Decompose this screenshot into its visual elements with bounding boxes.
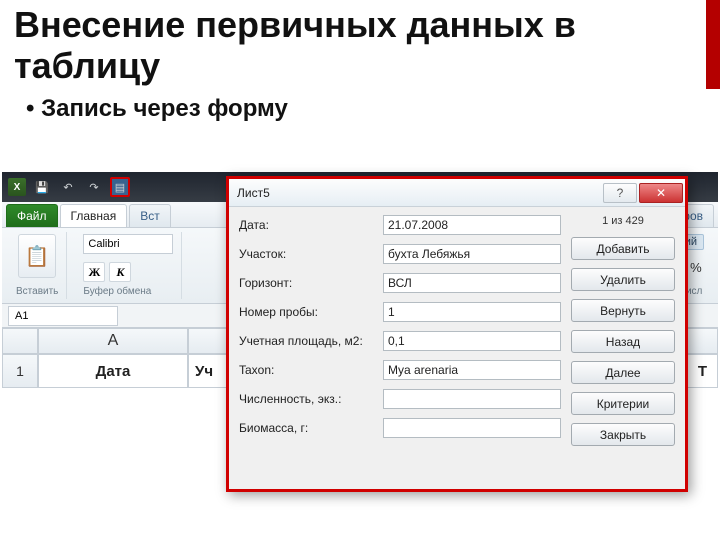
name-box[interactable]: A1 xyxy=(8,306,118,326)
input-count[interactable] xyxy=(383,389,561,409)
undo-icon[interactable]: ↶ xyxy=(58,177,78,197)
add-button[interactable]: Добавить xyxy=(571,237,675,260)
delete-button[interactable]: Удалить xyxy=(571,268,675,291)
font-select[interactable]: Calibri xyxy=(83,234,173,254)
italic-button[interactable]: К xyxy=(109,262,131,282)
tab-insert[interactable]: Вст xyxy=(129,204,171,227)
paste-label: Вставить xyxy=(16,286,58,297)
input-area[interactable]: 0,1 xyxy=(383,331,561,351)
close-icon[interactable]: ✕ xyxy=(639,183,683,203)
slide-title: Внесение первичных данных в таблицу xyxy=(0,0,720,89)
help-icon[interactable]: ? xyxy=(603,183,637,203)
percent-label: % xyxy=(690,260,702,275)
input-biomass[interactable] xyxy=(383,418,561,438)
label-horizon: Горизонт: xyxy=(239,276,383,290)
bold-button[interactable]: Ж xyxy=(83,262,105,282)
label-area: Учетная площадь, м2: xyxy=(239,334,383,348)
restore-button[interactable]: Вернуть xyxy=(571,299,675,322)
form-button-icon[interactable]: ▤ xyxy=(110,177,130,197)
next-button[interactable]: Далее xyxy=(571,361,675,384)
input-site[interactable]: бухта Лебяжья xyxy=(383,244,561,264)
tab-home[interactable]: Главная xyxy=(60,204,128,227)
criteria-button[interactable]: Критерии xyxy=(571,392,675,415)
label-date: Дата: xyxy=(239,218,383,232)
redo-icon[interactable]: ↷ xyxy=(84,177,104,197)
clipboard-group-label: Буфер обмена xyxy=(83,286,151,297)
excel-icon: X xyxy=(8,178,26,196)
input-date[interactable]: 21.07.2008 xyxy=(383,215,561,235)
label-site: Участок: xyxy=(239,247,383,261)
save-icon[interactable]: 💾 xyxy=(32,177,52,197)
input-horizon[interactable]: ВСЛ xyxy=(383,273,561,293)
font-group: Calibri Ж К Буфер обмена xyxy=(75,232,182,299)
tab-file[interactable]: Файл xyxy=(6,204,58,227)
label-taxon: Taxon: xyxy=(239,363,383,377)
row-header-1[interactable]: 1 xyxy=(2,354,38,388)
label-sample: Номер пробы: xyxy=(239,305,383,319)
paste-button[interactable]: 📋 xyxy=(18,234,56,278)
clipboard-group: 📋 Вставить xyxy=(8,232,67,299)
dialog-titlebar[interactable]: Лист5 ? ✕ xyxy=(229,179,685,207)
data-form-dialog: Лист5 ? ✕ Дата:21.07.2008 Участок:бухта … xyxy=(226,176,688,492)
prev-button[interactable]: Назад xyxy=(571,330,675,353)
dialog-title: Лист5 xyxy=(237,186,601,200)
slide-bullet: Запись через форму xyxy=(0,89,720,133)
col-header-a[interactable]: A xyxy=(38,328,188,354)
input-sample[interactable]: 1 xyxy=(383,302,561,322)
close-button[interactable]: Закрыть xyxy=(571,423,675,446)
record-counter: 1 из 429 xyxy=(571,215,675,227)
select-all-corner[interactable] xyxy=(2,328,38,354)
input-taxon[interactable]: Mya arenaria xyxy=(383,360,561,380)
dialog-fields: Дата:21.07.2008 Участок:бухта Лебяжья Го… xyxy=(239,215,561,446)
label-biomass: Биомасса, г: xyxy=(239,421,383,435)
header-cell-date[interactable]: Дата xyxy=(38,354,188,388)
label-count: Численность, экз.: xyxy=(239,392,383,406)
dialog-buttons: 1 из 429 Добавить Удалить Вернуть Назад … xyxy=(571,215,675,446)
